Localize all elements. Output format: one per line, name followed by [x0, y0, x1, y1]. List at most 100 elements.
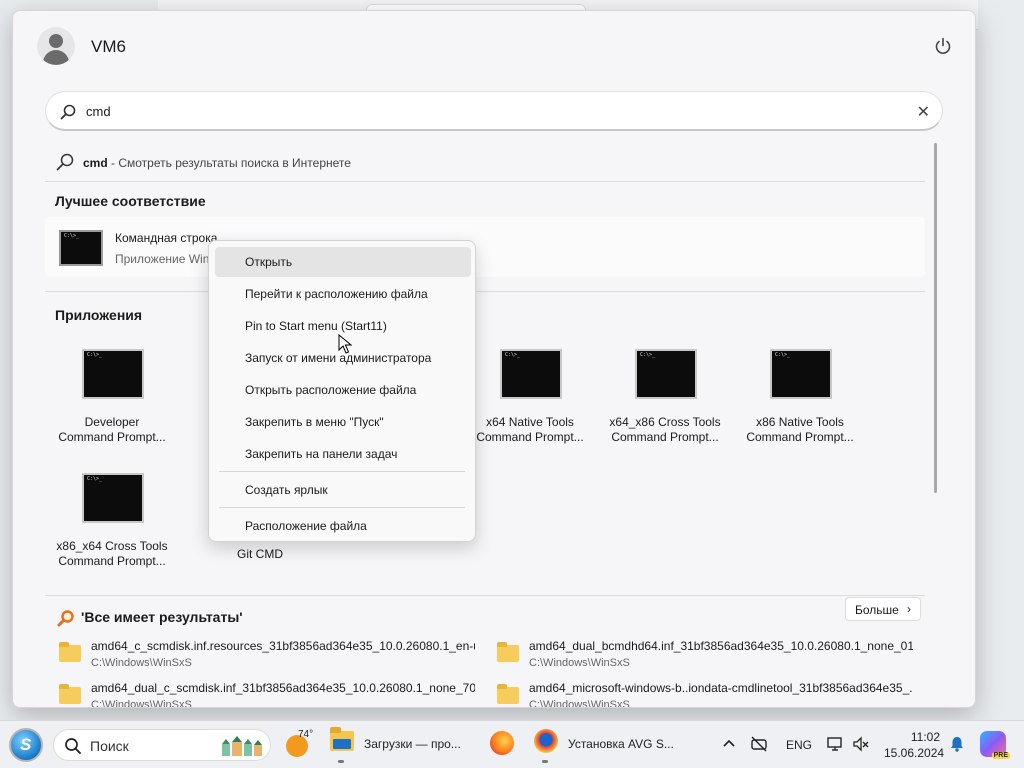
file-path: C:\Windows\WinSxS [529, 699, 630, 708]
clock-time[interactable]: 11:02 [884, 730, 940, 744]
menu-item-go-to-file-location[interactable]: Перейти к расположению файла [215, 279, 471, 309]
menu-item-pin-to-taskbar[interactable]: Закрепить на панели задач [215, 439, 471, 469]
preview-badge: PRE [991, 752, 1010, 759]
search-icon [65, 738, 81, 754]
file-name: amd64_c_scmdisk.inf.resources_31bf3856ad… [91, 639, 475, 653]
app-tile-label: x86_x64 Cross Tools Command Prompt... [56, 539, 168, 568]
language-indicator[interactable]: ENG [786, 738, 812, 752]
weather-temp: 74° [298, 729, 314, 740]
file-result[interactable]: amd64_dual_bcmdhd64.inf_31bf3856ad364e35… [483, 637, 913, 673]
command-prompt-icon [635, 349, 697, 399]
mouse-cursor-icon [338, 334, 352, 354]
start-button[interactable] [9, 728, 43, 762]
menu-item-create-shortcut[interactable]: Создать ярлык [215, 475, 471, 505]
app-tile[interactable]: x86 Native ToolsCommand Prompt... [735, 341, 865, 451]
more-button-label: Больше [855, 603, 899, 617]
copilot-icon[interactable]: PRE [980, 731, 1010, 759]
menu-item-file-location[interactable]: Расположение файла [215, 511, 471, 541]
context-menu: Открыть Перейти к расположению файла Pin… [208, 240, 476, 542]
file-result[interactable]: amd64_microsoft-windows-b..iondata-cmdli… [483, 679, 913, 708]
power-icon[interactable] [933, 36, 953, 56]
web-search-suffix: - Смотреть результаты поиска в Интернете [107, 156, 351, 170]
app-tile[interactable]: x64_x86 Cross ToolsCommand Prompt... [600, 341, 730, 451]
taskbar-search-label: Поиск [90, 738, 129, 754]
divider [45, 291, 925, 292]
web-search-result[interactable]: cmd - Смотреть результаты поиска в Интер… [45, 147, 925, 177]
avg-icon [534, 729, 558, 753]
app-tile-label: Developer Command Prompt... [58, 415, 166, 444]
best-match-app-type: Приложение Win [115, 252, 210, 266]
app-tile-label: x64 Native Tools Command Prompt... [476, 415, 584, 444]
command-prompt-icon [59, 230, 103, 266]
search-results: cmd - Смотреть результаты поиска в Интер… [45, 143, 925, 708]
file-name: amd64_dual_c_scmdisk.inf_31bf3856ad364e3… [91, 681, 475, 695]
file-name: amd64_microsoft-windows-b..iondata-cmdli… [529, 681, 913, 695]
menu-item-open[interactable]: Открыть [215, 247, 471, 277]
taskbar-app-file-explorer[interactable]: Загрузки — про... [328, 727, 468, 763]
command-prompt-icon [770, 349, 832, 399]
file-result[interactable]: amd64_c_scmdisk.inf.resources_31bf3856ad… [45, 637, 475, 673]
best-match-app-name: Командная строка [115, 231, 218, 245]
file-path: C:\Windows\WinSxS [91, 657, 192, 669]
results-scrollbar[interactable] [934, 143, 937, 493]
taskbar-search[interactable]: Поиск [53, 729, 271, 761]
running-indicator [542, 760, 548, 763]
taskbar-app-label: Загрузки — про... [364, 737, 461, 751]
folder-icon [330, 727, 354, 751]
monitor-icon[interactable] [826, 735, 844, 753]
folder-icon [59, 684, 81, 704]
volume-muted-icon[interactable] [852, 735, 870, 753]
chevron-right-icon: › [907, 602, 911, 616]
menu-item-pin-to-start[interactable]: Закрепить в меню "Пуск" [215, 407, 471, 437]
app-tile[interactable]: DeveloperCommand Prompt... [47, 341, 177, 451]
network-disconnected-icon[interactable] [750, 735, 768, 753]
user-name[interactable]: VM6 [91, 37, 126, 57]
more-button[interactable]: Больше › [845, 597, 921, 621]
web-search-text: cmd - Смотреть результаты поиска в Интер… [83, 156, 351, 170]
app-tile-label: x64_x86 Cross Tools Command Prompt... [609, 415, 721, 444]
app-tile[interactable]: x86_x64 Cross ToolsCommand Prompt... [47, 465, 177, 575]
divider [45, 181, 925, 182]
clear-search-icon[interactable]: ✕ [917, 102, 930, 122]
menu-separator [219, 507, 465, 508]
avatar-head [49, 34, 63, 48]
search-highlight-icon [222, 736, 262, 756]
magnifier-icon [57, 610, 74, 627]
taskbar: Поиск 74° Загрузки — про... Установка AV… [0, 720, 1024, 768]
file-name: amd64_dual_bcmdhd64.inf_31bf3856ad364e35… [529, 639, 913, 653]
app-tile[interactable]: x64 Native ToolsCommand Prompt... [465, 341, 595, 451]
running-indicator [338, 760, 344, 763]
menu-item-open-file-location[interactable]: Открыть расположение файла [215, 375, 471, 405]
divider [45, 595, 925, 596]
app-tile-label: x86 Native Tools Command Prompt... [746, 415, 854, 444]
file-result[interactable]: amd64_dual_c_scmdisk.inf_31bf3856ad364e3… [45, 679, 475, 708]
folder-icon [497, 684, 519, 704]
app-tile-label: Git CMD [237, 547, 283, 561]
search-input[interactable]: cmd ✕ [45, 91, 943, 131]
folder-icon [59, 642, 81, 662]
chevron-up-icon[interactable] [720, 735, 738, 753]
weather-widget[interactable]: 74° [286, 729, 320, 763]
apps-section-title: Приложения [55, 307, 143, 323]
command-prompt-icon [82, 349, 144, 399]
search-icon [60, 104, 76, 120]
avatar-body [43, 50, 69, 65]
firefox-icon[interactable] [490, 731, 514, 755]
file-path: C:\Windows\WinSxS [91, 699, 192, 708]
all-results-title: 'Все имеет результаты' [81, 609, 243, 625]
best-match-title: Лучшее соответствие [55, 193, 206, 209]
user-avatar[interactable] [37, 27, 75, 65]
start-menu: VM6 cmd ✕ cmd - Смотреть результаты поис… [12, 10, 976, 708]
notification-bell-icon[interactable] [948, 735, 966, 753]
folder-icon [497, 642, 519, 662]
taskbar-app-avg-installer[interactable]: Установка AVG S... [532, 727, 682, 763]
search-query: cmd [86, 104, 111, 119]
file-path: C:\Windows\WinSxS [529, 657, 630, 669]
user-header: VM6 [13, 11, 975, 81]
clock-date[interactable]: 15.06.2024 [884, 746, 944, 760]
best-match-card[interactable]: Командная строка Приложение Win [45, 217, 925, 277]
command-prompt-icon [82, 473, 144, 523]
search-icon [56, 153, 74, 171]
web-search-query: cmd [83, 156, 108, 170]
taskbar-app-label: Установка AVG S... [568, 737, 674, 751]
